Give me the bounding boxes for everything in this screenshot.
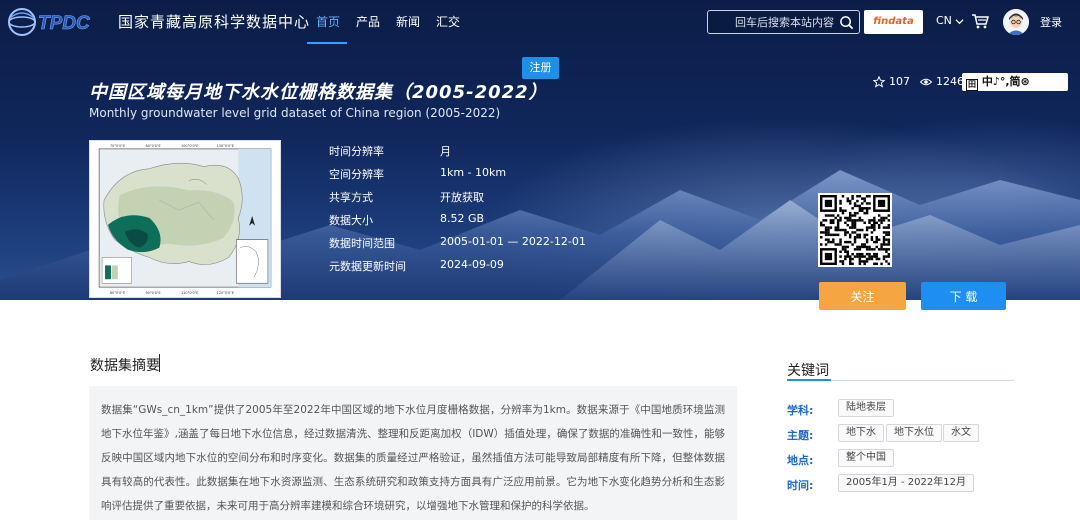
star-icon [873, 75, 885, 88]
meta-label-temporal-resolution: 时间分辨率 [329, 145, 384, 158]
qr-code [818, 193, 892, 267]
dataset-title-en: Monthly groundwater level grid dataset o… [89, 106, 501, 120]
keyword-tag[interactable]: 地下水 [838, 424, 884, 442]
input-method-toolbar-text: 中♪°,简⊛ [981, 75, 1030, 88]
nav-active-indicator [307, 42, 347, 44]
svg-text:80°0'0"E: 80°0'0"E [110, 291, 125, 295]
keyword-tag[interactable]: 陆地表层 [838, 399, 894, 417]
nav-products[interactable]: 产品 [356, 13, 380, 30]
meta-label-time-range: 数据时间范围 [329, 237, 395, 250]
abstract-text: 数据集“GWs_cn_1km”提供了2005年至2022年中国区域的地下水位月度… [101, 404, 725, 512]
register-badge[interactable]: 注册 [522, 57, 559, 79]
text-cursor [159, 354, 160, 372]
keyword-tag[interactable]: 地下水位 [886, 424, 942, 442]
meta-value-temporal-resolution: 月 [440, 145, 451, 158]
abstract-box: 数据集“GWs_cn_1km”提供了2005年至2022年中国区域的地下水位月度… [89, 386, 737, 520]
cart-icon[interactable] [971, 12, 989, 30]
svg-text:80°0'0"E: 80°0'0"E [146, 144, 161, 148]
abstract-title: 数据集摘要 [90, 358, 160, 374]
language-switch[interactable]: CN [936, 14, 964, 27]
svg-text:110°0'0"E: 110°0'0"E [181, 291, 198, 295]
keywords-title: 关键词 [787, 363, 829, 379]
dataset-title-cn: 中国区域每月地下水水位栅格数据集（2005-2022） [89, 82, 548, 103]
chevron-down-icon [955, 18, 964, 24]
download-button[interactable]: 下 载 [921, 282, 1006, 310]
meta-value-time-range: 2005-01-01 — 2022-12-01 [440, 235, 586, 248]
tpdc-logo[interactable]: TPDC [4, 4, 114, 40]
meta-label-updated: 元数据更新时间 [329, 260, 406, 273]
findata-button[interactable]: findata [864, 10, 923, 34]
grid-icon: 田 [966, 79, 978, 91]
search-input[interactable] [714, 13, 834, 31]
svg-text:130°0'0"E: 130°0'0"E [217, 144, 234, 148]
login-link[interactable]: 登录 [1040, 14, 1062, 30]
meta-value-sharing: 开放获取 [440, 191, 484, 204]
star-count[interactable]: 107 [873, 75, 910, 88]
keyword-label-time: 时间: [787, 479, 814, 492]
input-method-toolbar[interactable]: 田 中♪°,简⊛ [962, 73, 1068, 91]
nav-submit[interactable]: 汇交 [436, 13, 460, 30]
eye-icon [920, 78, 932, 85]
language-label: CN [936, 14, 952, 27]
keyword-label-theme: 主题: [787, 429, 814, 442]
follow-button[interactable]: 关注 [819, 282, 906, 310]
svg-text:70°0'0"E: 70°0'0"E [110, 144, 125, 148]
search-icon[interactable] [839, 15, 854, 30]
keyword-label-place: 地点: [787, 454, 814, 467]
meta-value-size: 8.52 GB [440, 212, 485, 225]
avatar[interactable] [1003, 9, 1029, 35]
star-count-value: 107 [889, 75, 910, 88]
search-box [707, 10, 860, 34]
nav-home[interactable]: 首页 [316, 13, 340, 30]
meta-value-spatial-resolution: 1km - 10km [440, 166, 507, 179]
meta-label-sharing: 共享方式 [329, 191, 373, 204]
keyword-label-subject: 学科: [787, 404, 814, 417]
keywords-divider-accent [787, 379, 831, 381]
meta-label-size: 数据大小 [329, 214, 373, 227]
svg-text:100°0'0"E: 100°0'0"E [181, 144, 198, 148]
view-count-value: 1246 [936, 75, 964, 88]
user-avatar-icon [1003, 9, 1029, 35]
meta-label-spatial-resolution: 空间分辨率 [329, 168, 384, 181]
svg-text:120°0'0"E: 120°0'0"E [217, 291, 234, 295]
dataset-thumbnail-map[interactable]: 70°0'0"E 80°0'0"E 100°0'0"E 130°0'0"E 80°0'… [89, 140, 281, 298]
top-navbar: TPDC 国家青藏高原科学数据中心 首页 产品 新闻 汇交 findata CN [0, 0, 1080, 44]
view-count: 1246 [920, 75, 964, 88]
svg-text:90°0'0"E: 90°0'0"E [146, 291, 161, 295]
nav-news[interactable]: 新闻 [396, 13, 420, 30]
keyword-tag[interactable]: 水文 [943, 424, 979, 442]
meta-value-updated: 2024-09-09 [440, 258, 504, 271]
site-name[interactable]: 国家青藏高原科学数据中心 [118, 11, 310, 32]
keyword-tag[interactable]: 整个中国 [838, 449, 894, 467]
svg-text:TPDC: TPDC [38, 13, 90, 34]
keyword-tag[interactable]: 2005年1月 - 2022年12月 [838, 474, 974, 492]
